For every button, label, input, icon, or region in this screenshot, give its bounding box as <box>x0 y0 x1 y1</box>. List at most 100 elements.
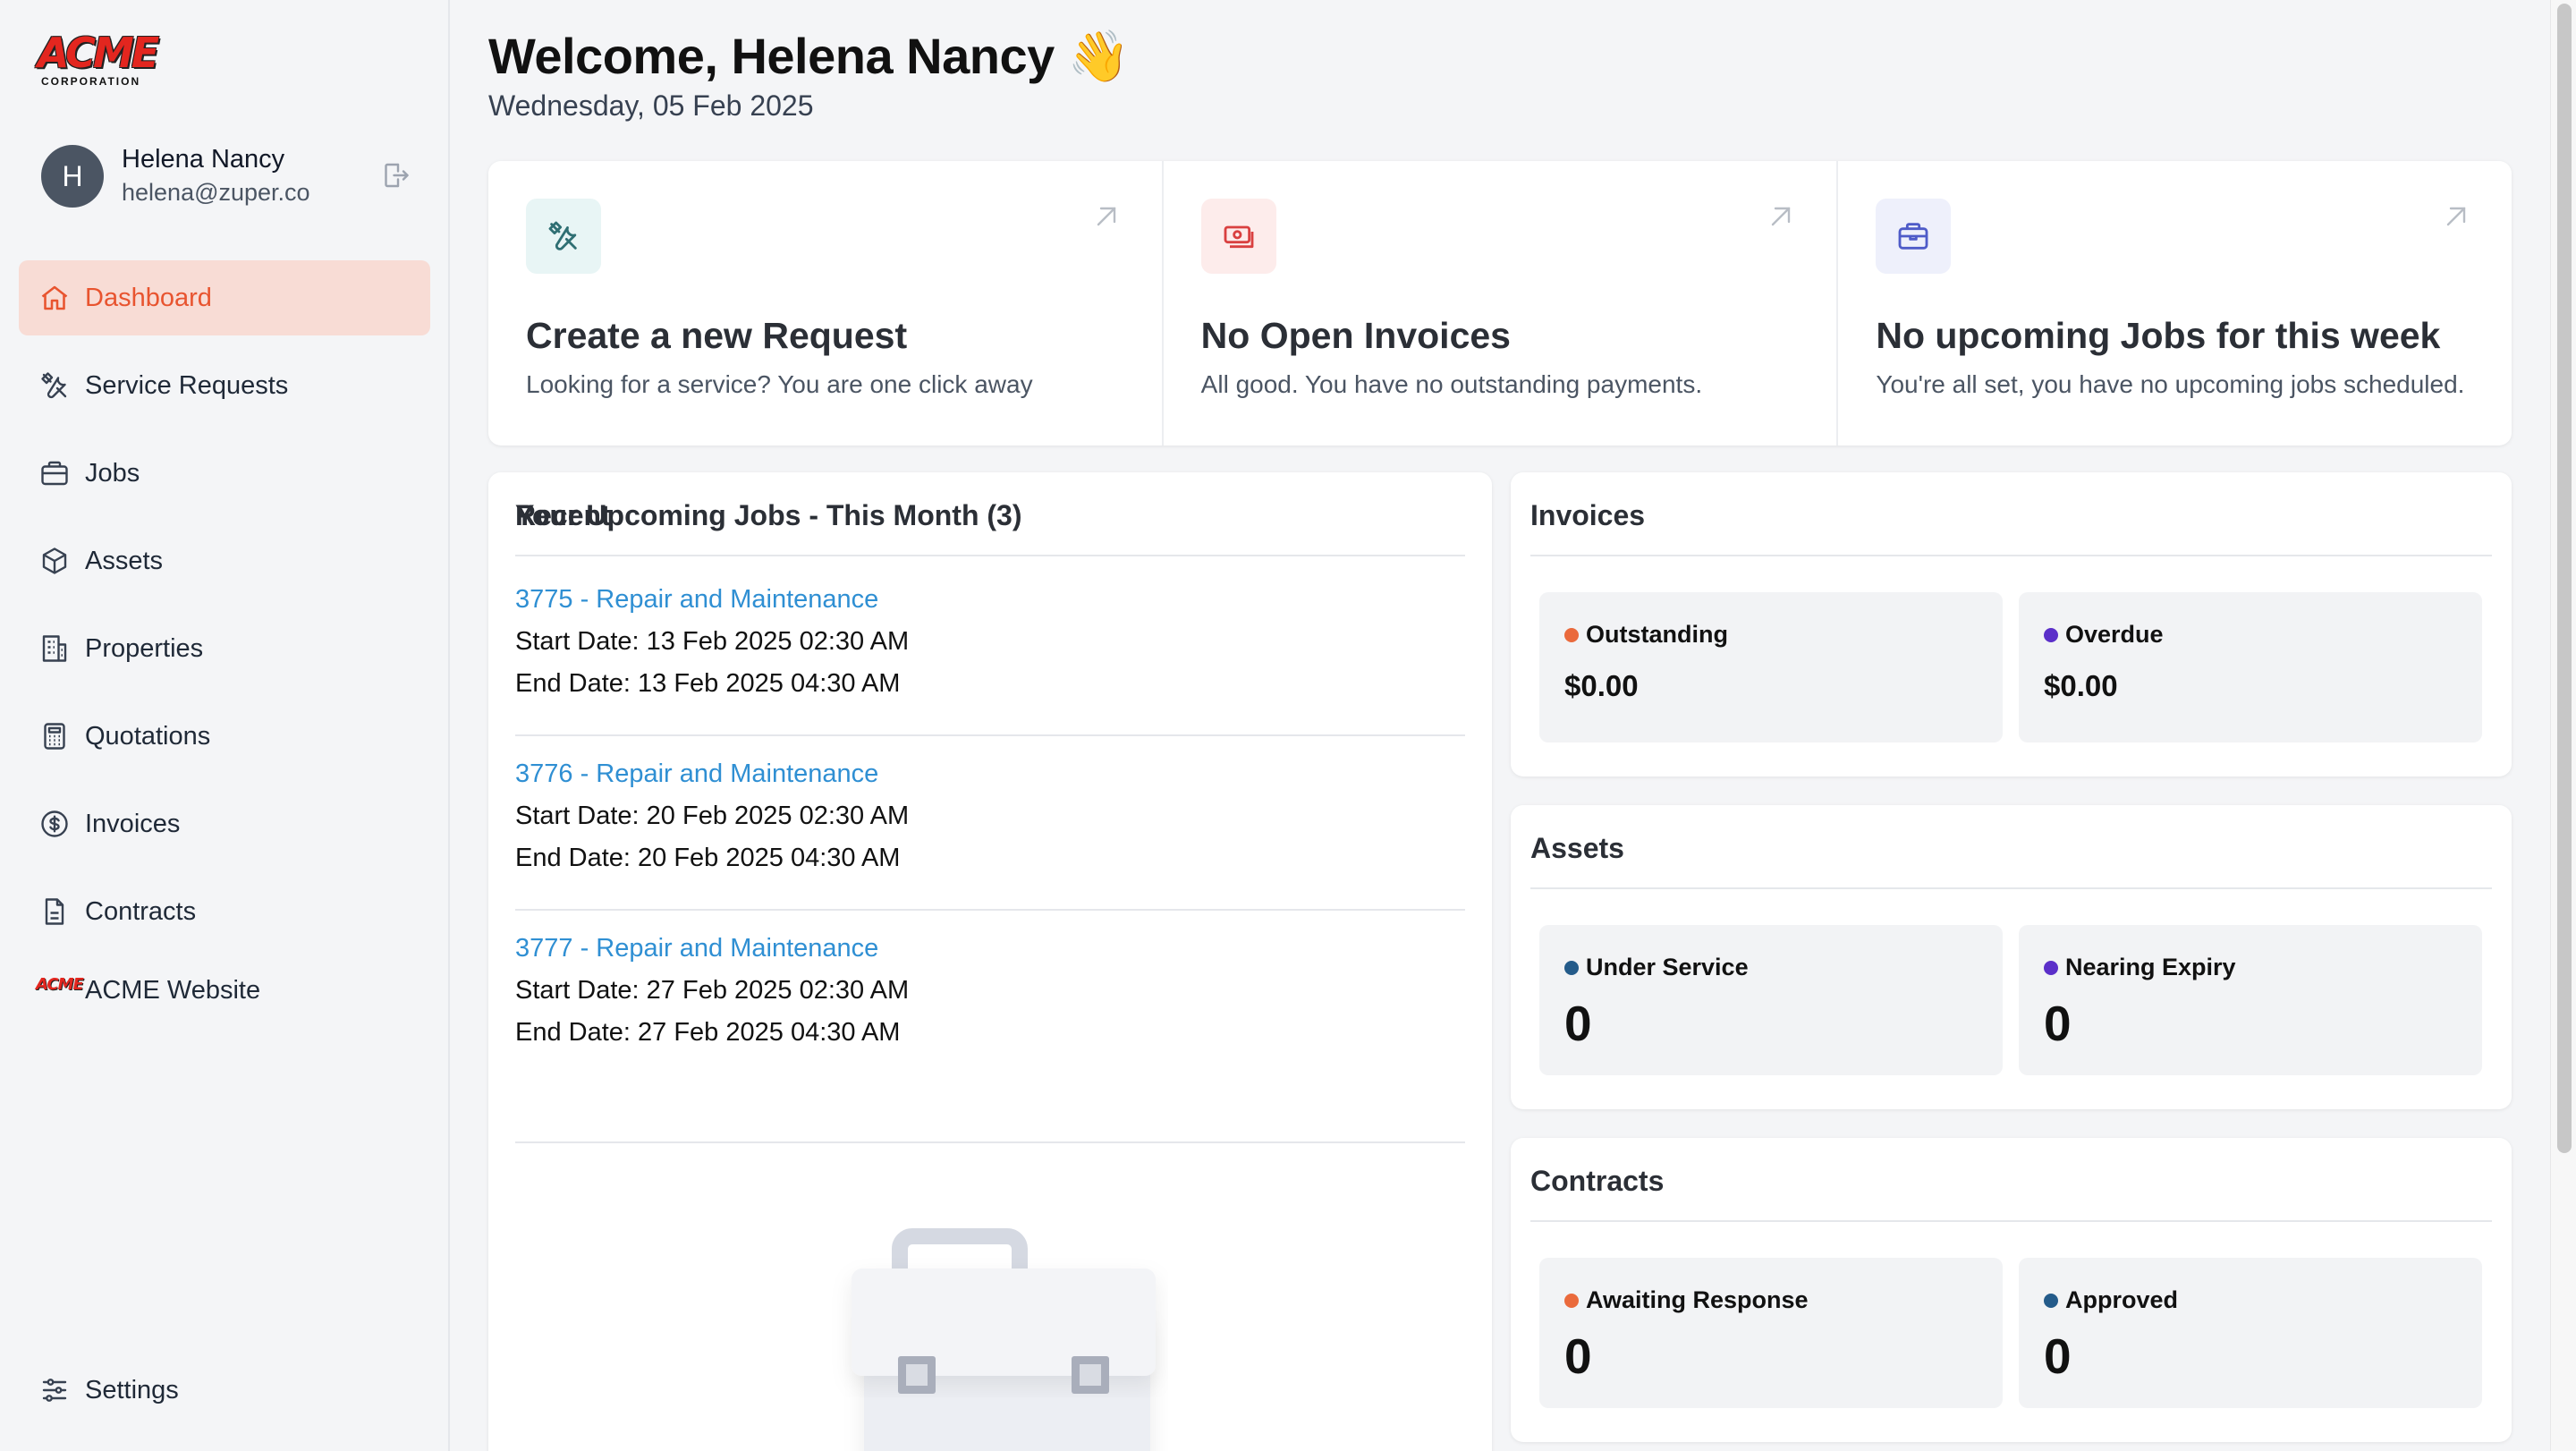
sidebar: ACME CORPORATION H Helena Nancy helena@z… <box>0 0 450 1451</box>
nearing-expiry-stat[interactable]: Nearing Expiry 0 <box>2019 925 2482 1075</box>
acme-mini-logo: ACME <box>36 975 84 994</box>
sidebar-item-settings[interactable]: Settings <box>19 1353 430 1428</box>
status-dot <box>1564 627 1579 642</box>
tools-icon <box>526 199 601 274</box>
document-icon <box>37 894 72 929</box>
divider <box>515 555 1465 556</box>
overdue-label: Overdue <box>2065 621 2164 648</box>
outstanding-value: $0.00 <box>1564 669 1639 702</box>
job-link[interactable]: 3776 - Repair and Maintenance <box>515 759 1465 789</box>
recent-title: Recent <box>515 499 611 531</box>
stat-label: Overdue <box>2044 621 2164 649</box>
arrow-up-right-icon <box>1772 207 1791 226</box>
job-start-date: Start Date: 20 Feb 2025 02:30 AM <box>515 802 910 830</box>
upcoming-jobs-panel: Your Upcoming Jobs - This Month (3) 3775… <box>488 472 1492 1451</box>
sidebar-item-acme-website[interactable]: ACME ACME Website <box>19 962 430 1019</box>
scrollbar-thumb[interactable] <box>2557 4 2572 1153</box>
acme-logo-icon: ACME <box>36 972 84 1008</box>
divider <box>515 1141 1465 1143</box>
avatar[interactable]: H <box>41 145 104 208</box>
sidebar-item-contracts[interactable]: Contracts <box>19 874 430 949</box>
quick-card-upcoming-jobs[interactable]: No upcoming Jobs for this week You're al… <box>1838 161 2512 445</box>
job-item: 3777 - Repair and Maintenance Start Date… <box>515 934 1465 1060</box>
arrow-up-right-icon <box>2446 207 2466 226</box>
awaiting-response-value: 0 <box>1564 1328 1592 1384</box>
briefcase-icon <box>1876 199 1952 274</box>
settings-label: Settings <box>85 1375 179 1404</box>
sidebar-item-label: ACME Website <box>85 975 261 1005</box>
awaiting-response-stat[interactable]: Awaiting Response 0 <box>1539 1258 2003 1408</box>
sidebar-item-service-requests[interactable]: Service Requests <box>19 348 430 423</box>
nearing-expiry-label: Nearing Expiry <box>2065 954 2236 980</box>
approved-value: 0 <box>2044 1328 2072 1384</box>
logo-subtext: CORPORATION <box>41 75 141 88</box>
calculator-icon <box>37 718 72 754</box>
job-end-date: End Date: 13 Feb 2025 04:30 AM <box>515 669 901 698</box>
status-dot <box>1564 1293 1579 1308</box>
divider <box>1530 1220 2492 1222</box>
user-name: Helena Nancy <box>122 145 285 174</box>
outstanding-stat[interactable]: Outstanding $0.00 <box>1539 592 2003 742</box>
status-dot <box>2044 1293 2058 1308</box>
sidebar-item-dashboard[interactable]: Dashboard <box>19 260 430 335</box>
sidebar-item-quotations[interactable]: Quotations <box>19 699 430 774</box>
building-icon <box>37 631 72 666</box>
assets-title: Assets <box>1530 832 1624 864</box>
job-start-date: Start Date: 13 Feb 2025 02:30 AM <box>515 627 910 656</box>
contracts-panel: Contracts Awaiting Response 0 Approved 0 <box>1511 1138 2512 1442</box>
divider <box>515 909 1465 911</box>
job-item: 3775 - Repair and Maintenance Start Date… <box>515 585 1465 711</box>
settings-section: Settings <box>19 1353 430 1440</box>
overdue-stat[interactable]: Overdue $0.00 <box>2019 592 2482 742</box>
sidebar-item-label: Service Requests <box>85 370 289 400</box>
sidebar-item-label: Jobs <box>85 458 140 488</box>
sidebar-item-label: Dashboard <box>85 283 212 312</box>
job-link[interactable]: 3777 - Repair and Maintenance <box>515 934 1465 963</box>
job-end-date: End Date: 27 Feb 2025 04:30 AM <box>515 1018 901 1047</box>
invoices-title: Invoices <box>1530 499 1646 531</box>
money-icon <box>1200 199 1276 274</box>
sliders-icon <box>37 1372 72 1408</box>
sidebar-item-invoices[interactable]: Invoices <box>19 786 430 861</box>
divider <box>1530 887 2492 889</box>
logout-icon[interactable] <box>379 159 411 191</box>
approved-stat[interactable]: Approved 0 <box>2019 1258 2482 1408</box>
job-item: 3776 - Repair and Maintenance Start Date… <box>515 759 1465 886</box>
sidebar-item-label: Invoices <box>85 809 181 838</box>
user-profile: H Helena Nancy helena@zuper.co <box>41 145 417 209</box>
user-email: helena@zuper.co <box>122 179 310 206</box>
awaiting-response-label: Awaiting Response <box>1586 1286 1809 1313</box>
under-service-stat[interactable]: Under Service 0 <box>1539 925 2003 1075</box>
stat-label: Under Service <box>1564 954 1749 981</box>
acme-logo[interactable]: ACME CORPORATION <box>38 32 174 91</box>
quick-actions: Create a new Request Looking for a servi… <box>488 161 2512 445</box>
quick-card-create-request[interactable]: Create a new Request Looking for a servi… <box>488 161 1164 445</box>
cube-icon <box>37 543 72 579</box>
outstanding-label: Outstanding <box>1586 621 1728 648</box>
stat-label: Nearing Expiry <box>2044 954 2236 981</box>
home-icon <box>37 280 72 316</box>
sidebar-item-jobs[interactable]: Jobs <box>19 436 430 511</box>
quick-card-desc: All good. You have no outstanding paymen… <box>1200 370 1703 398</box>
overdue-value: $0.00 <box>2044 669 2118 702</box>
nearing-expiry-value: 0 <box>2044 996 2072 1051</box>
sidebar-item-label: Properties <box>85 633 204 663</box>
job-start-date: Start Date: 27 Feb 2025 02:30 AM <box>515 976 910 1005</box>
current-date: Wednesday, 05 Feb 2025 <box>488 89 814 122</box>
quick-card-title: Create a new Request <box>526 315 908 356</box>
divider <box>515 734 1465 736</box>
sidebar-item-assets[interactable]: Assets <box>19 523 430 598</box>
stat-label: Outstanding <box>1564 621 1728 649</box>
logo-text: ACME <box>38 29 159 77</box>
sidebar-item-properties[interactable]: Properties <box>19 611 430 686</box>
main-content: Welcome, Helena Nancy 👋 Wednesday, 05 Fe… <box>450 0 2550 1451</box>
scrollbar[interactable] <box>2550 0 2576 1451</box>
sidebar-nav: Dashboard Service Requests Jobs Assets P… <box>19 260 430 1031</box>
arrow-up-right-icon <box>1097 207 1115 226</box>
dollar-circle-icon <box>37 806 72 842</box>
job-end-date: End Date: 20 Feb 2025 04:30 AM <box>515 844 901 872</box>
invoices-panel: Invoices Outstanding $0.00 Overdue $0.00 <box>1511 472 2512 776</box>
status-dot <box>2044 960 2058 975</box>
job-link[interactable]: 3775 - Repair and Maintenance <box>515 585 1465 615</box>
quick-card-open-invoices[interactable]: No Open Invoices All good. You have no o… <box>1164 161 1839 445</box>
